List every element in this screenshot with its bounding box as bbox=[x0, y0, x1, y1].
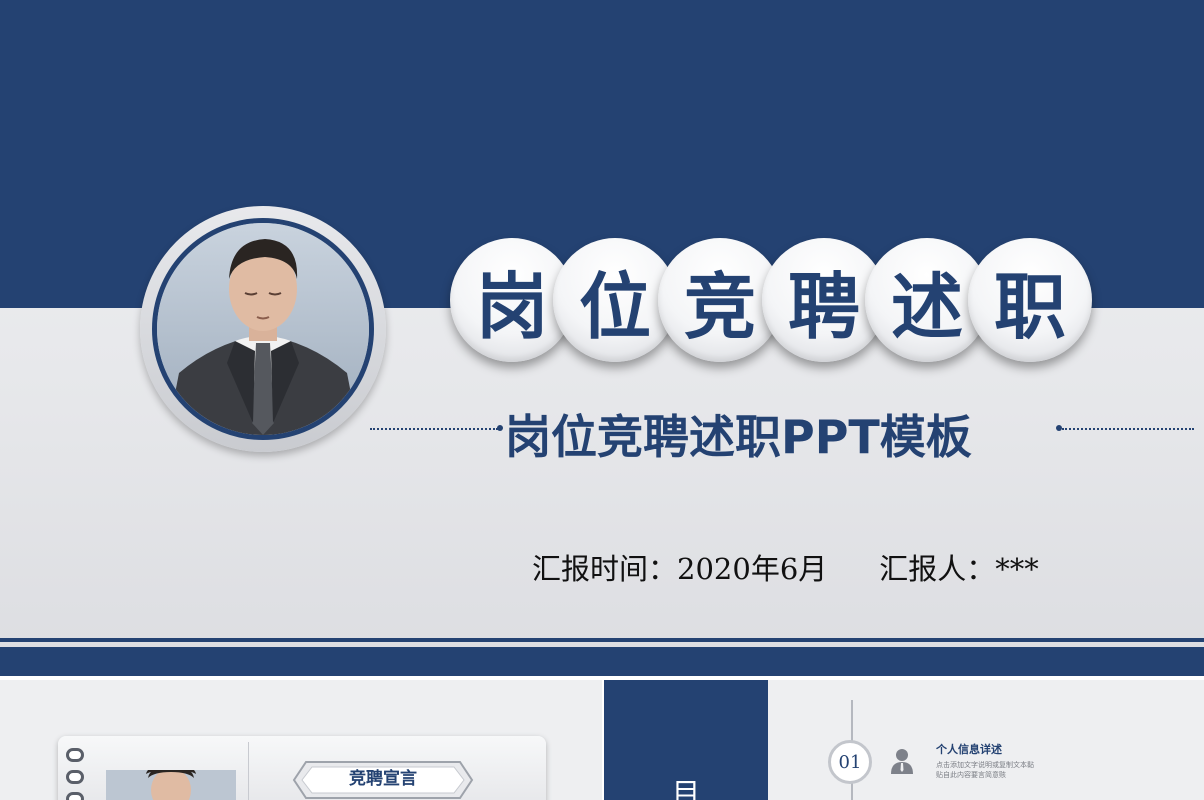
report-time-label: 汇报时间： bbox=[532, 552, 678, 586]
businessman-illustration bbox=[106, 770, 236, 800]
businessman-illustration bbox=[157, 223, 369, 435]
contents-heading-char: 目 bbox=[672, 777, 701, 800]
reporter-value: *** bbox=[995, 552, 1039, 586]
report-time-value: 2020年6月 bbox=[677, 552, 828, 586]
person-icon bbox=[891, 749, 913, 774]
bottom-navy-band bbox=[0, 647, 1204, 676]
title-char: 岗 bbox=[475, 264, 548, 349]
subtitle-left-dot bbox=[497, 425, 503, 431]
binder-ring-icon bbox=[66, 748, 84, 762]
item-description: 点击添加文字说明或复制文本黏贴自此内容要言简意赅 bbox=[936, 761, 1034, 779]
title-slide: 岗 位 竞 聘 述 职 岗位竞聘述职PPT模板 汇报时间：2020年6月 汇报人：… bbox=[0, 0, 1204, 676]
subtitle-left-dotted-line bbox=[370, 428, 498, 430]
title-char: 聘 bbox=[787, 264, 860, 349]
item-title: 个人信息详述 bbox=[936, 743, 1002, 756]
reporter-label: 汇报人： bbox=[879, 552, 996, 586]
businessman-portrait bbox=[152, 218, 374, 440]
item-number-badge: 01 bbox=[828, 740, 872, 784]
binder-ring-icon bbox=[66, 792, 84, 800]
report-info: 汇报时间：2020年6月 汇报人：*** bbox=[532, 546, 1092, 586]
subtitle: 岗位竞聘述职PPT模板 bbox=[505, 410, 972, 464]
subtitle-right-dotted-line bbox=[1062, 428, 1194, 430]
binder-ring-icon bbox=[66, 770, 84, 784]
notebook-portrait bbox=[106, 770, 236, 800]
notebook-label: 竞聘宣言 bbox=[349, 769, 417, 789]
notebook-divider bbox=[248, 742, 249, 800]
title-char-bubble-6: 职 bbox=[968, 238, 1092, 362]
title-char: 位 bbox=[578, 264, 651, 349]
bottom-thin-line bbox=[0, 638, 1204, 642]
title-char: 述 bbox=[890, 264, 963, 349]
title-char: 竞 bbox=[683, 264, 756, 349]
title-char: 职 bbox=[993, 264, 1066, 349]
